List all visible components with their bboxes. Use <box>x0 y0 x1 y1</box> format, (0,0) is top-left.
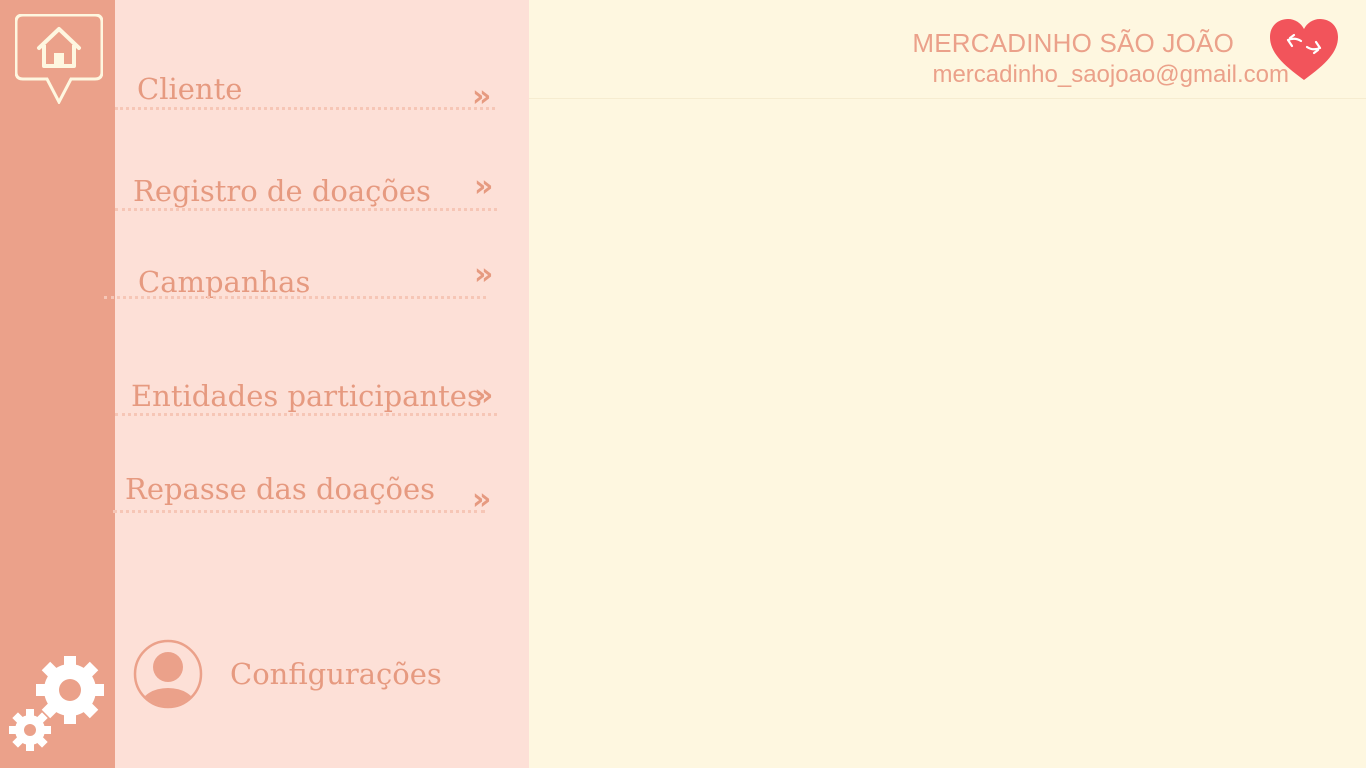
header-divider <box>529 98 1366 99</box>
menu-item-divider <box>115 107 495 110</box>
settings-link[interactable]: Configurações <box>230 657 442 691</box>
menu-item-divider <box>113 510 485 513</box>
menu-item-label: Registro de doações <box>133 174 431 208</box>
user-avatar-icon <box>133 639 203 709</box>
icon-rail <box>0 0 115 768</box>
menu-item-divider <box>115 413 497 416</box>
store-email: mercadinho_saojoao@gmail.com <box>932 61 1289 88</box>
chevron-double-right-icon: » <box>474 257 494 292</box>
user-avatar[interactable] <box>133 639 203 709</box>
menu-item-divider <box>115 208 497 211</box>
menu-item-label: Cliente <box>137 72 243 106</box>
menu-item-label: Repasse das doações <box>125 472 436 506</box>
store-name: MERCADINHO SÃO JOÃO <box>912 28 1234 58</box>
gears-icon <box>9 656 104 751</box>
logo <box>1268 18 1340 82</box>
home-icon <box>14 13 104 106</box>
menu-item-label: Campanhas <box>138 265 311 299</box>
chevron-double-right-icon: » <box>474 169 494 204</box>
chevron-double-right-icon: » <box>474 378 494 413</box>
settings-gears-button[interactable] <box>6 652 106 756</box>
menu-item-label: Entidades participantes <box>131 379 482 413</box>
home-button[interactable] <box>14 13 104 106</box>
menu-item-divider <box>104 296 486 299</box>
heart-hands-icon <box>1270 19 1338 80</box>
